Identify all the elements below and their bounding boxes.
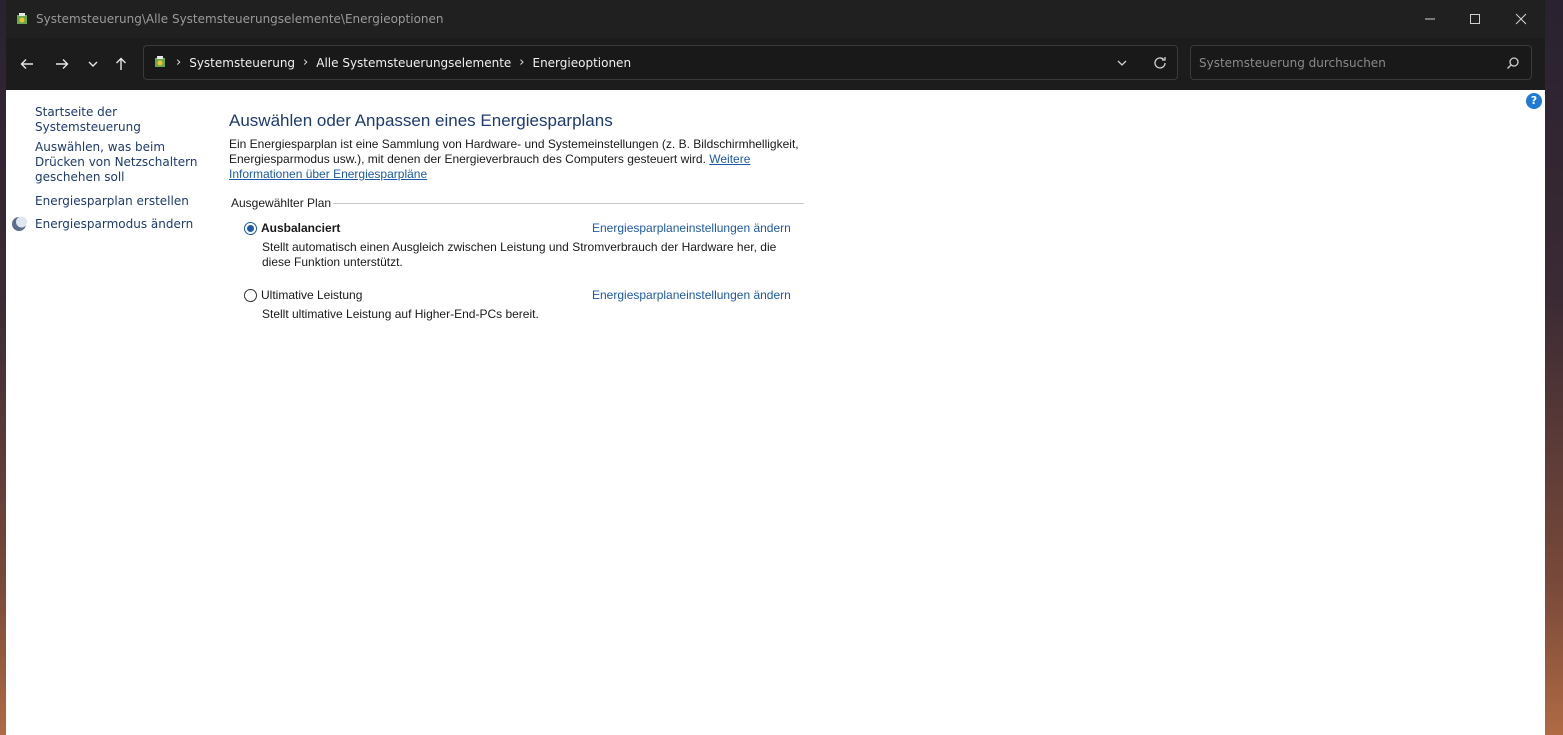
breadcrumb: › Systemsteuerung › Alle Systemsteuerung…: [174, 55, 637, 70]
plan-description: Stellt ultimative Leistung auf Higher-En…: [262, 307, 539, 321]
sidebar-item-sleep-mode[interactable]: Energiesparmodus ändern: [35, 217, 205, 232]
breadcrumb-item[interactable]: Alle Systemsteuerungselemente: [316, 56, 511, 70]
maximize-icon: [1470, 14, 1480, 24]
forward-button[interactable]: [48, 50, 76, 78]
control-panel-icon: [17, 13, 27, 24]
arrow-right-icon: [56, 59, 69, 69]
sidebar: Startseite der Systemsteuerung Auswählen…: [6, 90, 216, 735]
arrow-left-icon: [20, 59, 33, 69]
control-panel-icon: [155, 56, 165, 67]
chevron-right-icon[interactable]: ›: [303, 55, 308, 70]
sidebar-item-home[interactable]: Startseite der Systemsteuerung: [35, 105, 205, 135]
address-bar[interactable]: › Systemsteuerung › Alle Systemsteuerung…: [143, 45, 1178, 80]
title-bar: Systemsteuerung\Alle Systemsteuerungsele…: [6, 0, 1545, 38]
search-box[interactable]: [1190, 45, 1532, 80]
help-icon[interactable]: ?: [1526, 93, 1542, 109]
search-icon[interactable]: [1506, 56, 1520, 70]
chevron-right-icon[interactable]: ›: [519, 55, 524, 70]
maximize-button[interactable]: [1452, 0, 1498, 38]
arrow-up-icon: [116, 57, 126, 70]
window-title: Systemsteuerung\Alle Systemsteuerungsele…: [36, 12, 444, 26]
close-button[interactable]: [1498, 0, 1544, 38]
breadcrumb-item[interactable]: Systemsteuerung: [189, 56, 295, 70]
section-divider: [333, 203, 804, 204]
refresh-icon[interactable]: [1151, 54, 1169, 72]
chevron-down-icon[interactable]: [1114, 55, 1130, 71]
content-area: Startseite der Systemsteuerung Auswählen…: [6, 90, 1545, 735]
minimize-icon: [1425, 18, 1435, 20]
recent-locations-button[interactable]: [79, 50, 107, 78]
control-panel-window: Systemsteuerung\Alle Systemsteuerungsele…: [6, 0, 1545, 735]
plan-settings-link[interactable]: Energiesparplaneinstellungen ändern: [592, 288, 791, 302]
minimize-button[interactable]: [1407, 0, 1453, 38]
up-button[interactable]: [107, 50, 135, 78]
plan-name[interactable]: Ultimative Leistung: [261, 288, 362, 302]
plan-radio-ultimate[interactable]: [244, 289, 257, 302]
sidebar-item-power-buttons[interactable]: Auswählen, was beim Drücken von Netzscha…: [35, 140, 205, 185]
moon-icon: [12, 216, 27, 231]
breadcrumb-item[interactable]: Energieoptionen: [532, 56, 631, 70]
chevron-right-icon[interactable]: ›: [176, 55, 181, 70]
plan-settings-link[interactable]: Energiesparplaneinstellungen ändern: [592, 221, 791, 235]
plan-radio-balanced[interactable]: [244, 222, 257, 235]
page-description: Ein Energiesparplan ist eine Sammlung vo…: [229, 137, 809, 182]
close-icon: [1515, 13, 1527, 25]
page-title: Auswählen oder Anpassen eines Energiespa…: [229, 111, 613, 130]
plan-name[interactable]: Ausbalanciert: [261, 221, 340, 235]
back-button[interactable]: [13, 50, 41, 78]
navigation-bar: › Systemsteuerung › Alle Systemsteuerung…: [6, 38, 1545, 90]
sidebar-item-create-plan[interactable]: Energiesparplan erstellen: [35, 194, 205, 209]
chevron-down-icon: [88, 61, 98, 67]
plan-description: Stellt automatisch einen Ausgleich zwisc…: [262, 240, 777, 269]
search-input[interactable]: [1199, 54, 1499, 72]
section-label: Ausgewählter Plan: [231, 196, 332, 210]
